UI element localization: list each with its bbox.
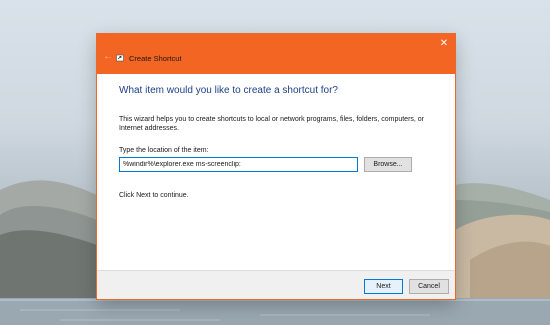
location-label: Type the location of the item:: [119, 147, 209, 154]
next-button[interactable]: Next: [364, 279, 403, 294]
back-arrow-icon[interactable]: ←: [103, 52, 113, 62]
close-button[interactable]: ✕: [437, 37, 451, 51]
create-shortcut-dialog: ← Create Shortcut ✕ What item would you …: [97, 34, 455, 299]
title-bar[interactable]: ← Create Shortcut ✕: [97, 34, 455, 74]
window-title: Create Shortcut: [129, 54, 182, 63]
dialog-footer: Next Cancel: [97, 270, 455, 299]
close-icon: ✕: [439, 38, 449, 49]
continue-hint: Click Next to continue.: [119, 192, 189, 199]
wizard-description: This wizard helps you to create shortcut…: [119, 116, 425, 132]
cancel-button[interactable]: Cancel: [409, 279, 449, 294]
browse-button[interactable]: Browse...: [364, 157, 412, 172]
wizard-heading: What item would you like to create a sho…: [119, 85, 338, 96]
shortcut-wizard-icon: [116, 54, 124, 62]
desktop: ← Create Shortcut ✕ What item would you …: [0, 0, 550, 325]
location-input[interactable]: [119, 157, 358, 172]
